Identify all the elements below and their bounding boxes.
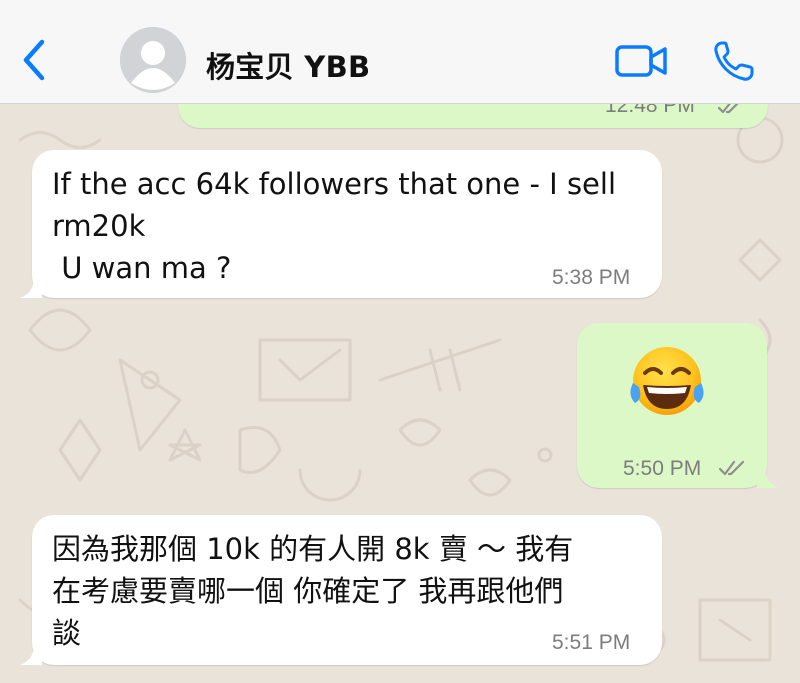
message-time: 5:50 PM (623, 457, 702, 480)
contact-name[interactable]: 杨宝贝 YBB (206, 44, 370, 86)
tears-of-joy-emoji-icon (630, 347, 704, 415)
message-time: 5:38 PM (552, 266, 631, 289)
message-line: 因為我那個 10k 的有人開 8k 賣 ～ 我有 (52, 532, 574, 566)
avatar[interactable] (120, 27, 186, 93)
bubble-tail-incoming (20, 276, 42, 298)
message-line: rm20k (52, 209, 146, 243)
bubble-tail-outgoing (757, 466, 779, 488)
chat-header: 杨宝贝 YBB (0, 0, 800, 104)
bubble-tail-incoming (20, 643, 42, 665)
message-bubble-outgoing[interactable]: 5:50 PM (577, 323, 767, 488)
video-call-button[interactable] (615, 44, 669, 78)
message-bubble-incoming[interactable]: 因為我那個 10k 的有人開 8k 賣 ～ 我有 在考慮要賣哪一個 你確定了 我… (32, 515, 662, 665)
video-camera-icon (615, 45, 667, 77)
message-bubble-incoming[interactable]: If the acc 64k followers that one - I se… (32, 150, 662, 298)
message-line: 談 (52, 616, 82, 650)
message-line: If the acc 64k followers that one - I se… (52, 167, 617, 201)
chevron-left-icon (23, 39, 45, 81)
voice-call-button[interactable] (712, 39, 756, 83)
back-button[interactable] (20, 38, 50, 82)
read-receipt-icon (719, 460, 745, 476)
phone-icon (714, 41, 754, 81)
default-person-avatar-icon (120, 27, 186, 93)
message-line: U wan ma ? (52, 251, 232, 285)
message-time: 5:51 PM (552, 631, 631, 654)
message-line: 在考慮要賣哪一個 你確定了 我再跟他們 (52, 574, 564, 608)
